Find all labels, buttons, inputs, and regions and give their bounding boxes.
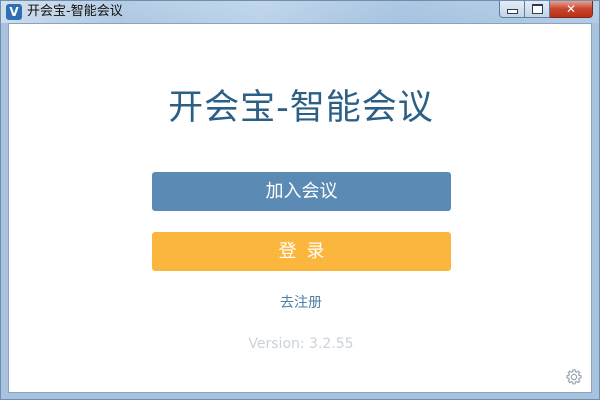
- minimize-icon: [506, 9, 518, 14]
- maximize-button[interactable]: [525, 1, 550, 18]
- login-button[interactable]: 登录: [152, 232, 451, 271]
- login-panel: 开会宝-智能会议 加入会议 登录 去注册 Version: 3.2.55: [8, 23, 592, 393]
- gear-icon[interactable]: [565, 368, 583, 386]
- page-title: 开会宝-智能会议: [168, 88, 434, 128]
- window-title: 开会宝-智能会议: [27, 4, 123, 19]
- register-link[interactable]: 去注册: [9, 293, 593, 313]
- minimize-button[interactable]: [499, 1, 525, 18]
- join-meeting-button[interactable]: 加入会议: [152, 172, 451, 211]
- close-button[interactable]: ✕: [550, 1, 593, 18]
- app-window: V 开会宝-智能会议 ✕ 开会宝-智能会议 加入会议 登录 去注册 Versio…: [0, 0, 600, 400]
- app-logo-icon: V: [6, 4, 22, 20]
- version-label: Version: 3.2.55: [248, 336, 354, 352]
- window-controls: ✕: [499, 1, 593, 19]
- close-icon: ✕: [565, 2, 577, 16]
- maximize-icon: [531, 4, 543, 14]
